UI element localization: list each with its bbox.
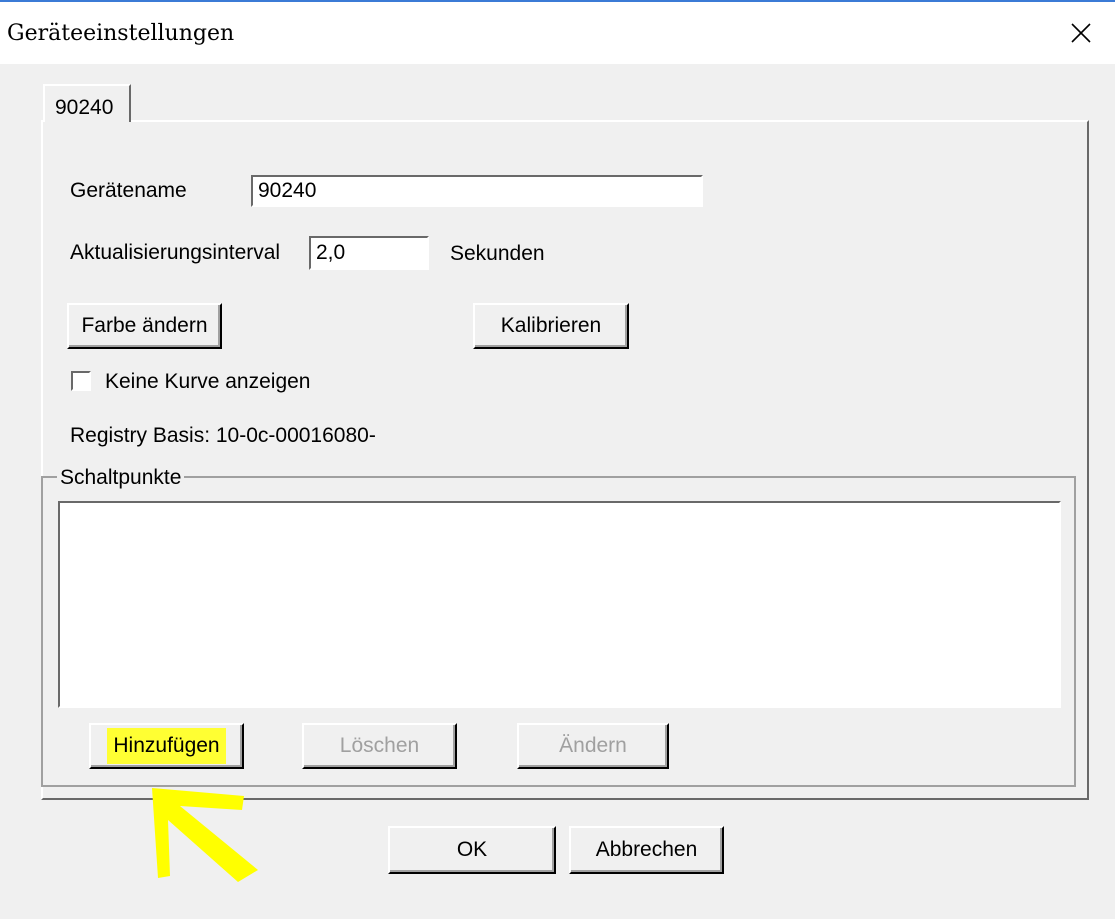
edit-button[interactable]: Ändern <box>517 723 669 769</box>
no-curve-checkbox[interactable] <box>71 371 91 391</box>
switch-points-list[interactable] <box>58 501 1061 708</box>
calibrate-button[interactable]: Kalibrieren <box>473 303 629 349</box>
tab-90240[interactable]: 90240 <box>43 84 131 122</box>
change-color-button[interactable]: Farbe ändern <box>67 303 222 349</box>
change-color-label: Farbe ändern <box>81 314 208 337</box>
update-interval-label: Aktualisierungsinterval <box>70 241 281 264</box>
ok-button[interactable]: OK <box>388 826 556 874</box>
close-icon <box>1071 23 1091 43</box>
annotation-arrow-icon <box>152 788 258 882</box>
device-name-label: Gerätename <box>70 179 187 202</box>
window-title: Geräteeinstellungen <box>7 21 235 46</box>
ok-label: OK <box>456 838 488 861</box>
add-button[interactable]: Hinzufügen <box>89 723 244 769</box>
update-interval-field[interactable] <box>309 236 429 270</box>
no-curve-label: Keine Kurve anzeigen <box>105 370 311 393</box>
close-button[interactable] <box>1060 12 1102 54</box>
delete-button[interactable]: Löschen <box>302 723 457 769</box>
cancel-label: Abbrechen <box>595 838 698 861</box>
title-bar: Geräteeinstellungen <box>0 2 1115 64</box>
calibrate-label: Kalibrieren <box>500 314 602 337</box>
edit-label: Ändern <box>559 734 627 757</box>
registry-basis-text: Registry Basis: 10-0c-00016080- <box>70 424 376 447</box>
device-name-field[interactable] <box>251 175 703 207</box>
update-interval-unit: Sekunden <box>450 242 545 265</box>
cancel-button[interactable]: Abbrechen <box>569 826 724 874</box>
switch-points-group-label: Schaltpunkte <box>57 466 185 490</box>
delete-label: Löschen <box>339 734 420 757</box>
add-label: Hinzufügen <box>107 728 226 764</box>
tab-label: 90240 <box>55 96 114 119</box>
